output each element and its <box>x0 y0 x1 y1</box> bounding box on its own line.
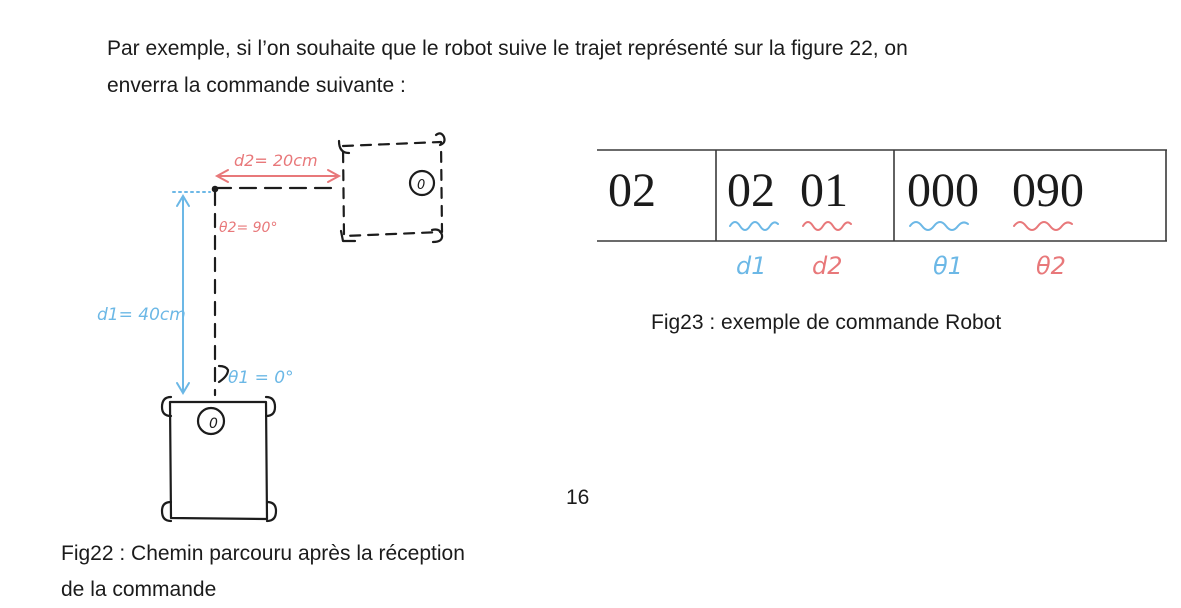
annotation-d1: d1 <box>736 252 767 280</box>
table-cell-1: 02 <box>608 164 656 217</box>
robot-start-body <box>168 400 269 521</box>
table-cell-3b: 090 <box>1012 164 1084 217</box>
figure-22-caption-line-1: Fig22 : Chemin parcouru après la récepti… <box>61 542 465 565</box>
page-number: 16 <box>566 486 590 509</box>
table-cell-3a: 000 <box>907 164 979 217</box>
theta1-label: θ1 = 0° <box>228 368 294 388</box>
robot-start-mark: 0 <box>209 416 218 432</box>
underline-theta1 <box>909 221 969 231</box>
annotation-d2: d2 <box>812 252 843 280</box>
underline-d1 <box>729 221 779 231</box>
robot-start-wheel-tr <box>264 395 277 418</box>
underline-theta2 <box>1013 221 1073 231</box>
table-cell-2a: 02 <box>727 164 775 217</box>
figure-23-command-table: 02 02 01 000 090 d1 d2 θ1 θ2 <box>597 149 1167 280</box>
figure-23-caption: Fig23 : exemple de commande Robot <box>651 311 1002 334</box>
annotation-theta2: θ2 <box>1036 252 1066 280</box>
figure-22-caption-line-2: de la commande <box>61 578 217 601</box>
robot-start-wheel-bl <box>160 500 173 523</box>
robot-start-wheel-br <box>265 500 278 523</box>
table-cell-2b: 01 <box>800 164 848 217</box>
annotation-theta1: θ1 <box>933 252 963 280</box>
d1-label: d1= 40cm <box>97 305 186 325</box>
theta1-arc <box>217 364 230 384</box>
underline-d2 <box>802 221 852 231</box>
figure-22-caption: Fig22 : Chemin parcouru après la récepti… <box>61 536 465 608</box>
